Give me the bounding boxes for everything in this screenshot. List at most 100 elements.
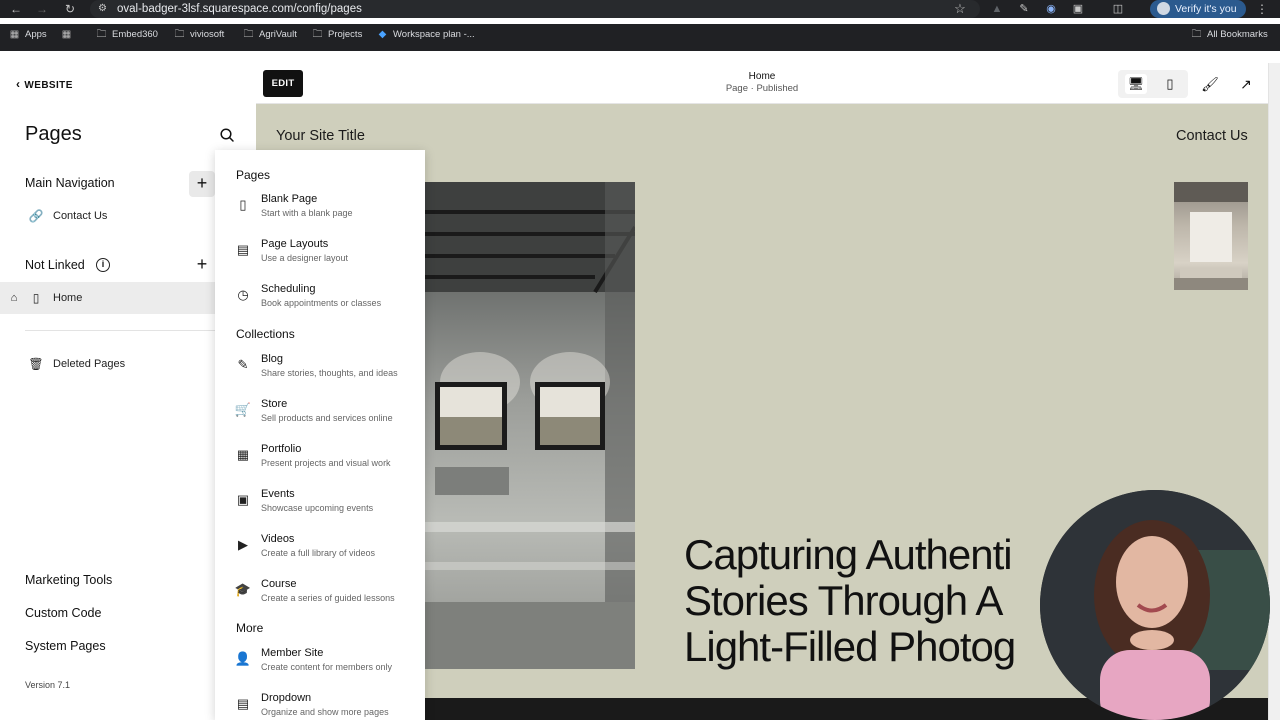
menu-item-desc: Create a full library of videos — [261, 548, 376, 558]
hero-heading-line-1: Capturing Authenti — [684, 531, 1013, 578]
clock-icon: ◷ — [237, 287, 249, 302]
version-label: Version 7.1 — [25, 680, 71, 690]
main-navigation-heading: Main Navigation — [25, 176, 115, 190]
extensions-icon[interactable]: ▣ — [1070, 1, 1086, 17]
cart-icon: 🛒 — [234, 402, 252, 417]
bookmark-embed360[interactable]: 🗀 Embed360 — [95, 27, 158, 43]
not-linked-heading: Not Linked — [25, 258, 85, 272]
desktop-view-icon[interactable]: 🖥 — [1125, 74, 1147, 94]
bookmark-workspace-plan[interactable]: ◆ Workspace plan -... — [376, 27, 475, 43]
menu-item-dropdown[interactable]: Dropdown — [261, 691, 311, 705]
extension-puzzle-icon[interactable]: ◉ — [1043, 1, 1059, 17]
back-arrow-icon[interactable]: ← — [8, 1, 24, 17]
folder-icon: 🗀 — [243, 29, 254, 40]
folder-icon: 🗀 — [1191, 29, 1202, 40]
blank-page-icon: ▯ — [239, 197, 247, 212]
menu-item-desc: Book appointments or classes — [261, 298, 382, 308]
sidebar-item-contact-us[interactable]: Contact Us — [53, 208, 107, 224]
site-settings-icon[interactable]: ⚙ — [98, 2, 112, 16]
chevron-left-icon: ‹ — [16, 77, 21, 91]
menu-item-desc: Sell products and services online — [261, 413, 393, 423]
menu-item-portfolio[interactable]: Portfolio — [261, 442, 301, 456]
gallery-illustration — [425, 182, 635, 669]
tab-search-icon[interactable]: ◫ — [1110, 1, 1126, 17]
menu-item-desc: Create a series of guided lessons — [261, 593, 395, 603]
blog-icon: ✎ — [237, 357, 249, 372]
search-icon[interactable] — [219, 127, 235, 143]
menu-heading-pages: Pages — [236, 168, 271, 182]
menu-heading-collections: Collections — [236, 327, 295, 341]
info-icon[interactable]: i — [96, 258, 110, 272]
divider — [25, 330, 215, 331]
preview-scrollbar[interactable] — [1268, 63, 1280, 720]
apps-grid-icon: ▦ — [9, 29, 20, 40]
grid-icon: ▦ — [61, 29, 72, 40]
workspace-icon: ◆ — [378, 29, 387, 40]
menu-item-desc: Create content for members only — [261, 662, 393, 672]
preview-thumbnail — [1174, 182, 1248, 290]
calendar-icon: ▣ — [236, 492, 250, 507]
menu-item-desc: Present projects and visual work — [261, 458, 391, 468]
profile-avatar — [1157, 2, 1170, 15]
bookmark-viviosoft[interactable]: 🗀 viviosoft — [173, 27, 225, 43]
extension-icon[interactable]: ▲ — [989, 1, 1005, 17]
folder-icon: 🗀 — [312, 29, 323, 40]
design-brush-icon[interactable]: 🖌 — [1200, 74, 1220, 94]
menu-item-desc: Use a designer layout — [261, 253, 349, 263]
system-pages-link[interactable]: System Pages — [25, 637, 106, 655]
add-not-linked-button[interactable]: + — [189, 252, 215, 278]
hero-heading-line-3: Light-Filled Photog — [684, 623, 1016, 670]
bookmark-agrivault[interactable]: 🗀 AgriVault — [242, 27, 297, 43]
menu-item-events[interactable]: Events — [261, 487, 295, 501]
preview-page-name: Home — [748, 71, 776, 82]
page-title: Pages — [25, 123, 82, 145]
bookmark-all[interactable]: 🗀 All Bookmarks — [1190, 27, 1268, 43]
dropdown-icon: ▤ — [236, 696, 250, 711]
add-page-button[interactable]: + — [189, 171, 215, 197]
bookmark-star-icon[interactable]: ☆ — [952, 0, 968, 18]
menu-item-scheduling[interactable]: Scheduling — [261, 282, 315, 296]
eyedropper-icon[interactable]: ✎ — [1016, 1, 1032, 17]
bookmark-projects[interactable]: 🗀 Projects — [311, 27, 363, 43]
member-icon: 👤 — [234, 651, 252, 666]
preview-page-status: Page · Published — [725, 83, 799, 94]
mobile-view-icon[interactable]: ▯ — [1159, 74, 1181, 94]
folder-icon: 🗀 — [96, 29, 107, 40]
forward-arrow-icon[interactable]: → — [34, 1, 50, 17]
menu-item-desc: Showcase upcoming events — [261, 503, 374, 513]
bookmark-grid[interactable]: ▦ — [60, 27, 77, 43]
presenter-illustration — [1040, 490, 1270, 720]
open-external-icon[interactable]: ↗ — [1236, 74, 1256, 94]
sidebar-item-deleted-pages[interactable]: Deleted Pages — [53, 356, 125, 372]
menu-item-desc: Start with a blank page — [261, 208, 353, 218]
presenter-video-overlay — [1040, 490, 1270, 720]
menu-item-blank-page[interactable]: Blank Page — [261, 192, 317, 206]
custom-code-link[interactable]: Custom Code — [25, 604, 101, 622]
gallery-image — [425, 182, 635, 669]
reload-icon[interactable]: ↻ — [62, 1, 78, 17]
verify-label: Verify it's you — [1175, 3, 1237, 15]
site-nav-contact: Contact Us — [1176, 128, 1248, 144]
menu-item-page-layouts[interactable]: Page Layouts — [261, 237, 328, 251]
edit-button[interactable]: EDIT — [263, 70, 303, 97]
menu-item-videos[interactable]: Videos — [261, 532, 294, 546]
url-text[interactable]: oval-badger-3lsf.squarespace.com/config/… — [117, 1, 362, 17]
page-icon: ▯ — [32, 291, 40, 305]
website-back-link[interactable]: ‹ WEBSITE — [16, 77, 73, 93]
menu-heading-more: More — [236, 621, 264, 635]
layout-icon: ▤ — [236, 242, 250, 257]
menu-item-member-site[interactable]: Member Site — [261, 646, 323, 660]
homepage-icon: ⌂ — [10, 292, 18, 304]
sidebar-item-label: Home — [53, 292, 83, 304]
bookmark-apps[interactable]: ▦ Apps — [8, 27, 47, 43]
marketing-tools-link[interactable]: Marketing Tools — [25, 571, 112, 589]
grid-icon: ▦ — [236, 447, 250, 462]
folder-icon: 🗀 — [174, 29, 185, 40]
menu-item-desc: Organize and show more pages — [261, 707, 389, 717]
menu-item-store[interactable]: Store — [261, 397, 287, 411]
menu-item-blog[interactable]: Blog — [261, 352, 283, 366]
menu-kebab-icon[interactable]: ⋮ — [1256, 1, 1268, 17]
menu-item-desc: Share stories, thoughts, and ideas — [261, 368, 398, 378]
site-title: Your Site Title — [276, 128, 365, 144]
menu-item-course[interactable]: Course — [261, 577, 296, 591]
